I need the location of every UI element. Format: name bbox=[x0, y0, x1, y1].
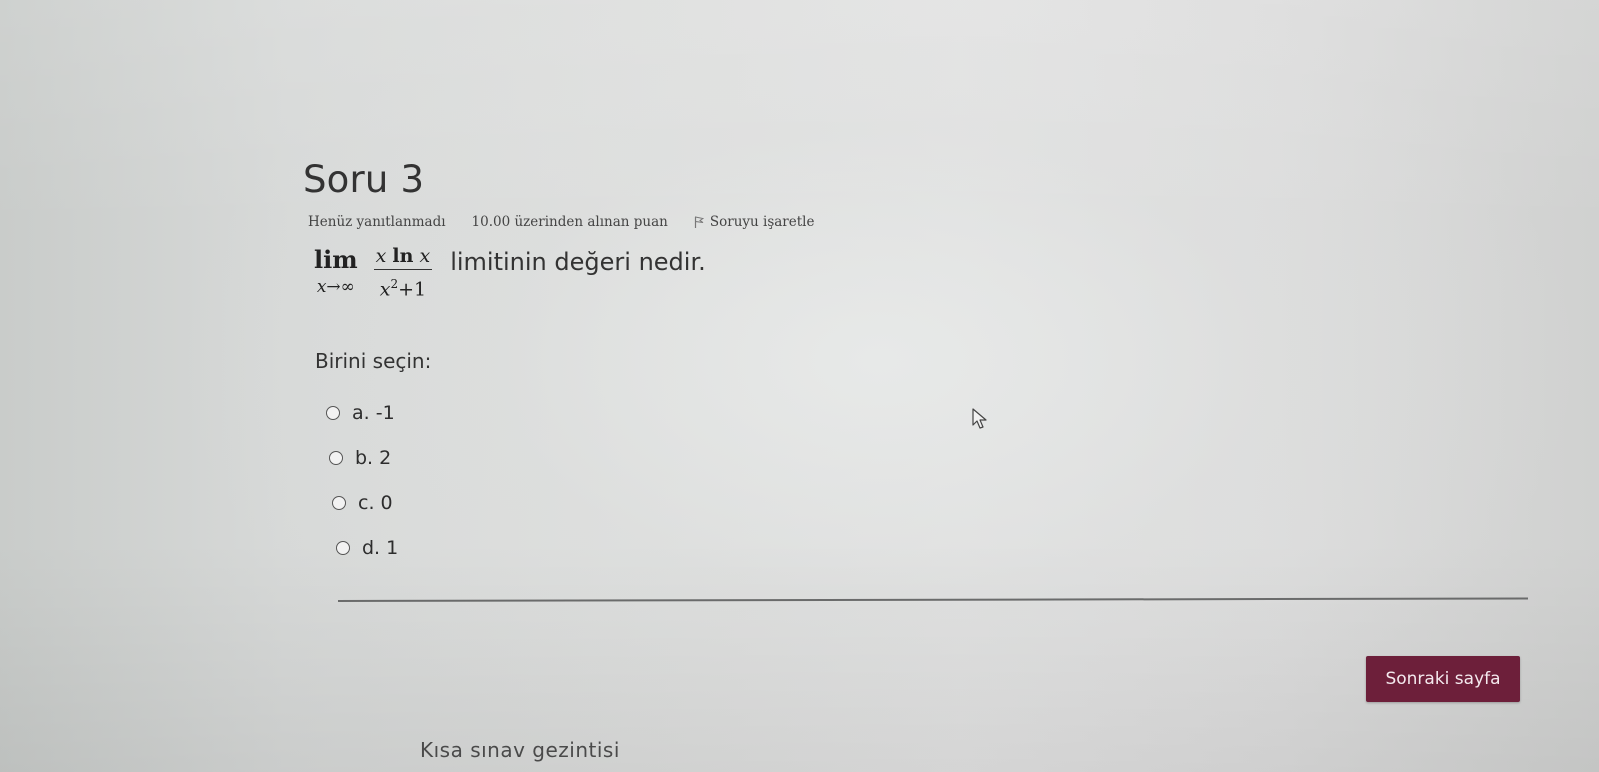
answer-option-label: b. 2 bbox=[355, 446, 392, 469]
question-suffix: limitinin değeri nedir. bbox=[450, 248, 706, 276]
answer-option-a[interactable]: a. -1 bbox=[326, 390, 398, 435]
answer-option-label: c. 0 bbox=[358, 491, 393, 514]
mouse-pointer-icon bbox=[972, 408, 987, 429]
denominator-x: x bbox=[379, 278, 391, 301]
radio-icon[interactable] bbox=[332, 495, 346, 510]
radio-icon[interactable] bbox=[329, 450, 343, 465]
numerator-x: x bbox=[375, 245, 387, 267]
answer-option-label: d. 1 bbox=[362, 536, 399, 559]
limit-expression: lim x→∞ bbox=[314, 246, 358, 298]
answer-option-b[interactable]: b. 2 bbox=[329, 435, 398, 480]
radio-icon[interactable] bbox=[326, 405, 340, 420]
answer-option-label: a. -1 bbox=[352, 401, 395, 424]
divider bbox=[337, 597, 1528, 602]
answer-prompt: Birini seçin: bbox=[315, 349, 432, 373]
fraction-numerator: x ln x bbox=[373, 245, 433, 270]
denominator-exponent: 2 bbox=[390, 277, 399, 291]
fraction: x ln x x2+1 bbox=[373, 245, 433, 301]
numerator-ln: ln bbox=[392, 245, 414, 267]
fraction-denominator: x2+1 bbox=[380, 270, 426, 301]
question-points: 10.00 üzerinden alınan puan bbox=[471, 214, 668, 230]
limit-subscript: x→∞ bbox=[316, 277, 355, 297]
next-page-button[interactable]: Sonraki sayfa bbox=[1366, 656, 1520, 702]
limit-word: lim bbox=[314, 245, 358, 274]
flag-icon bbox=[694, 216, 704, 228]
question-text: lim x→∞ x ln x x2+1 limitinin değeri ned… bbox=[314, 245, 706, 301]
quiz-navigation-heading: Kısa sınav gezintisi bbox=[420, 738, 620, 762]
flag-question-link[interactable]: Soruyu işaretle bbox=[694, 214, 815, 230]
answer-option-d[interactable]: d. 1 bbox=[336, 525, 398, 570]
radio-icon[interactable] bbox=[336, 540, 350, 555]
flag-question-label: Soruyu işaretle bbox=[709, 214, 815, 230]
denominator-rest: +1 bbox=[398, 278, 427, 301]
answer-option-c[interactable]: c. 0 bbox=[332, 480, 398, 525]
question-title: Soru 3 bbox=[303, 158, 425, 201]
numerator-x2: x bbox=[419, 245, 431, 267]
question-status: Henüz yanıtlanmadı bbox=[308, 214, 446, 230]
question-info: Henüz yanıtlanmadı 10.00 üzerinden alına… bbox=[308, 214, 814, 230]
answer-options: a. -1 b. 2 c. 0 d. 1 bbox=[326, 390, 398, 570]
screen-glare bbox=[0, 0, 1599, 772]
